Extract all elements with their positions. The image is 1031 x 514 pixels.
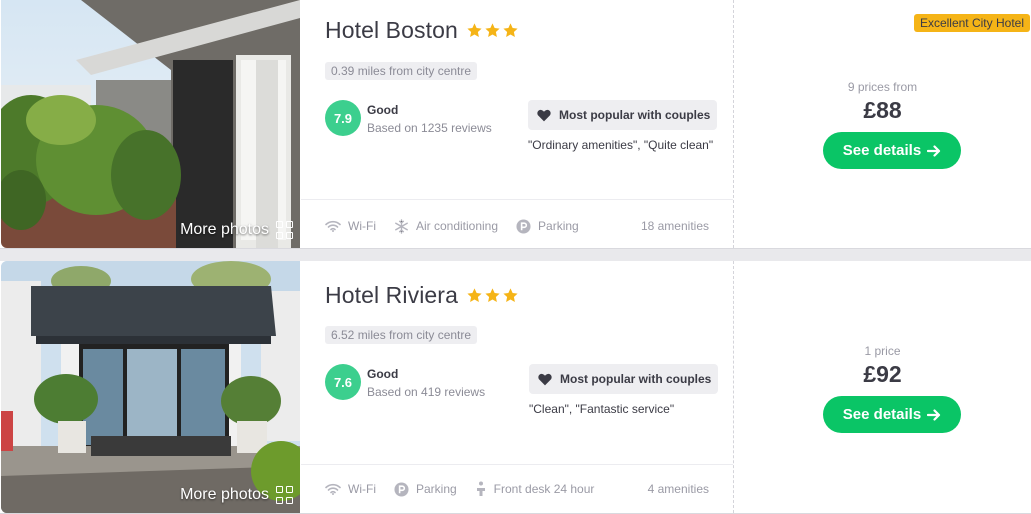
divider xyxy=(301,199,733,200)
star-icon xyxy=(503,288,518,302)
star-rating xyxy=(466,287,520,304)
excellent-city-badge: Excellent City Hotel xyxy=(913,14,1030,32)
star-icon xyxy=(503,23,518,37)
amenities-row: Wi-Fi Parking Front desk 24 hour 4 ameni… xyxy=(325,481,709,497)
amenity-parking: Parking xyxy=(516,218,579,234)
star-icon xyxy=(485,288,500,302)
prices-label: 9 prices from xyxy=(847,80,918,94)
see-details-label: See details xyxy=(842,406,922,423)
wifi-icon xyxy=(325,220,341,232)
rating-score: 7.6 xyxy=(325,364,361,400)
rating-score: 7.9 xyxy=(325,100,361,136)
hotel-name[interactable]: Hotel Riviera xyxy=(325,282,458,309)
distance-badge: 6.52 miles from city centre xyxy=(325,326,478,344)
see-details-button[interactable]: See details xyxy=(823,396,961,433)
parking-icon xyxy=(516,218,531,234)
arrow-right-icon xyxy=(927,144,941,157)
amenity-label: Air conditioning xyxy=(415,219,499,233)
hotel-card-riviera[interactable]: More photos Hotel Riviera 6.52 miles fro… xyxy=(0,261,1031,514)
hotel-info: Hotel Boston 0.39 miles from city centre… xyxy=(301,0,733,248)
rating-word: Good xyxy=(367,103,399,117)
amenity-wifi: Wi-Fi xyxy=(325,219,376,233)
wifi-icon xyxy=(325,483,341,495)
front-desk-icon xyxy=(476,481,485,496)
hotel-photo[interactable]: More photos xyxy=(1,261,300,513)
hotel-photo[interactable]: More photos xyxy=(1,0,300,248)
price-column: 1 price £92 See details xyxy=(733,261,1031,513)
see-details-button[interactable]: See details xyxy=(823,132,961,169)
more-photos-label: More photos xyxy=(180,221,269,238)
popular-label: Most popular with couples xyxy=(560,372,712,386)
hotel-name[interactable]: Hotel Boston xyxy=(325,17,458,44)
more-photos-button[interactable]: More photos xyxy=(180,221,294,239)
review-quotes: "Ordinary amenities", "Quite clean" xyxy=(528,138,714,152)
amenity-front-desk: Front desk 24 hour xyxy=(475,481,595,497)
distance-badge: 0.39 miles from city centre xyxy=(325,62,478,80)
star-icon xyxy=(467,23,482,37)
parking-icon xyxy=(394,481,409,497)
popular-badge: Most popular with couples xyxy=(528,100,718,130)
prices-label: 1 price xyxy=(864,344,901,358)
amenity-wifi: Wi-Fi xyxy=(325,482,376,496)
snowflake-icon xyxy=(395,218,408,234)
amenities-count[interactable]: 18 amenities xyxy=(641,219,709,233)
hotel-info: Hotel Riviera 6.52 miles from city centr… xyxy=(301,261,733,513)
amenity-air-conditioning: Air conditioning xyxy=(394,218,499,234)
amenity-label: Wi-Fi xyxy=(348,219,376,233)
more-photos-label: More photos xyxy=(180,486,269,503)
price-column: Excellent City Hotel 9 prices from £88 S… xyxy=(733,0,1031,248)
amenity-label: Wi-Fi xyxy=(348,482,376,496)
heart-icon xyxy=(537,109,551,121)
star-icon xyxy=(467,288,482,302)
arrow-right-icon xyxy=(927,408,941,421)
amenity-label: Parking xyxy=(415,482,457,496)
star-rating xyxy=(466,22,520,39)
price-value: £92 xyxy=(863,361,902,387)
popular-label: Most popular with couples xyxy=(559,108,711,122)
hotel-card-boston[interactable]: More photos Hotel Boston 0.39 miles from… xyxy=(0,0,1031,249)
amenities-row: Wi-Fi Air conditioning Parking 18 amenit… xyxy=(325,218,709,234)
hotel-photo-image xyxy=(1,0,300,248)
star-icon xyxy=(485,23,500,37)
review-quotes: "Clean", "Fantastic service" xyxy=(529,402,675,416)
rating-reviews[interactable]: Based on 1235 reviews xyxy=(367,121,492,135)
popular-badge: Most popular with couples xyxy=(529,364,719,394)
see-details-label: See details xyxy=(842,142,922,159)
price-value: £88 xyxy=(863,97,902,123)
rating-reviews[interactable]: Based on 419 reviews xyxy=(367,385,485,399)
divider xyxy=(301,464,733,465)
grid-icon xyxy=(276,221,294,239)
amenity-label: Front desk 24 hour xyxy=(493,482,595,496)
amenity-label: Parking xyxy=(538,219,579,233)
more-photos-button[interactable]: More photos xyxy=(180,486,294,504)
heart-icon xyxy=(538,373,552,385)
amenities-count[interactable]: 4 amenities xyxy=(648,482,709,496)
rating-word: Good xyxy=(367,367,399,381)
amenity-parking: Parking xyxy=(394,481,457,497)
grid-icon xyxy=(276,486,294,504)
hotel-photo-image xyxy=(1,261,300,513)
